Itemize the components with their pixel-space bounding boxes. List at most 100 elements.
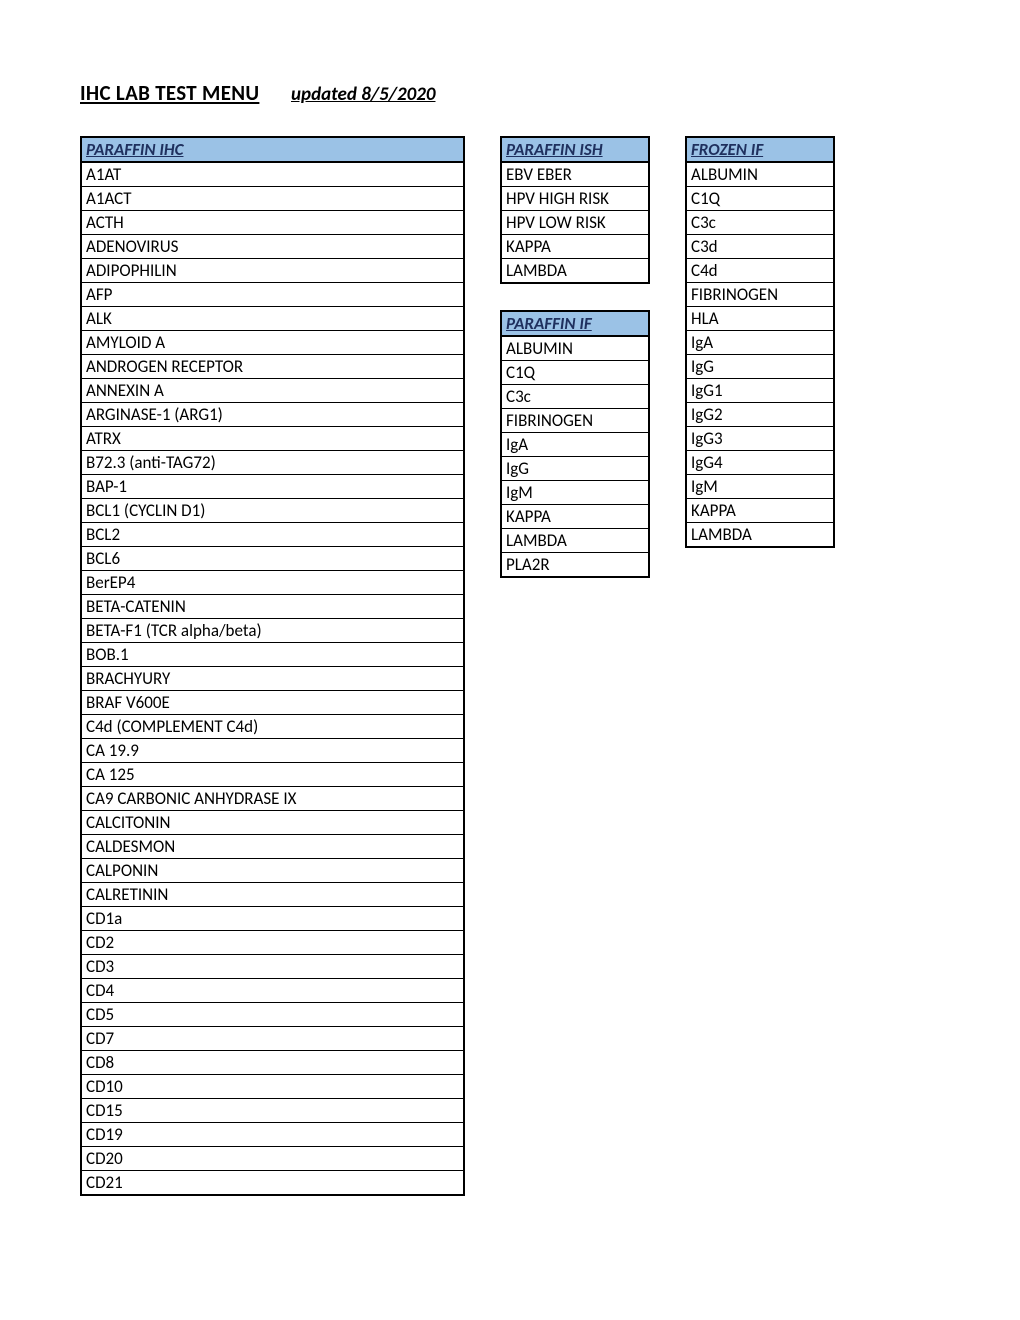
table-cell: LAMBDA (686, 523, 834, 548)
table-row: C1Q (501, 361, 649, 385)
table-cell: ALK (81, 307, 464, 331)
table-row: ANDROGEN RECEPTOR (81, 355, 464, 379)
table-cell: CD21 (81, 1171, 464, 1196)
table-cell: BCL2 (81, 523, 464, 547)
table-row: CALDESMON (81, 835, 464, 859)
table-cell: CD19 (81, 1123, 464, 1147)
table-row: EBV EBER (501, 162, 649, 187)
table-cell: ARGINASE-1 (ARG1) (81, 403, 464, 427)
table-cell: C3c (686, 211, 834, 235)
table-row: ATRX (81, 427, 464, 451)
table-row: HLA (686, 307, 834, 331)
table-row: BCL6 (81, 547, 464, 571)
table-row: BRACHYURY (81, 667, 464, 691)
table-row: HPV LOW RISK (501, 211, 649, 235)
page-title: IHC LAB TEST MENU (80, 80, 259, 106)
spacer (500, 284, 650, 310)
table-paraffin-ish: PARAFFIN ISH EBV EBERHPV HIGH RISKHPV LO… (500, 136, 650, 284)
table-row: C3c (686, 211, 834, 235)
table-cell: C1Q (501, 361, 649, 385)
table-cell: A1AT (81, 162, 464, 187)
table-cell: PLA2R (501, 553, 649, 578)
table-row: CD19 (81, 1123, 464, 1147)
table-cell: IgG1 (686, 379, 834, 403)
table-row: BCL1 (CYCLIN D1) (81, 499, 464, 523)
table-cell: ADIPOPHILIN (81, 259, 464, 283)
table-cell: B72.3 (anti-TAG72) (81, 451, 464, 475)
table-cell: CA 19.9 (81, 739, 464, 763)
table-row: CD15 (81, 1099, 464, 1123)
table-row: CD2 (81, 931, 464, 955)
table-cell: HLA (686, 307, 834, 331)
table-row: CA 19.9 (81, 739, 464, 763)
table-cell: ADENOVIRUS (81, 235, 464, 259)
table-header: PARAFFIN IF (501, 311, 649, 336)
column-right: FROZEN IF ALBUMINC1QC3cC3dC4dFIBRINOGENH… (685, 136, 835, 548)
table-cell: LAMBDA (501, 259, 649, 284)
table-header: PARAFFIN IHC (81, 137, 464, 162)
table-row: BerEP4 (81, 571, 464, 595)
table-body: ALBUMINC1QC3cFIBRINOGENIgAIgGIgMKAPPALAM… (501, 336, 649, 577)
table-row: AMYLOID A (81, 331, 464, 355)
table-row: CD1a (81, 907, 464, 931)
table-row: ALK (81, 307, 464, 331)
table-row: KAPPA (686, 499, 834, 523)
table-cell: CALCITONIN (81, 811, 464, 835)
page-updated: updated 8/5/2020 (291, 83, 435, 106)
table-row: ALBUMIN (501, 336, 649, 361)
table-cell: CA9 CARBONIC ANHYDRASE IX (81, 787, 464, 811)
table-cell: IgM (686, 475, 834, 499)
table-row: CD20 (81, 1147, 464, 1171)
table-row: A1AT (81, 162, 464, 187)
table-cell: CD2 (81, 931, 464, 955)
table-cell: EBV EBER (501, 162, 649, 187)
table-row: CD21 (81, 1171, 464, 1196)
table-row: CD8 (81, 1051, 464, 1075)
table-body: EBV EBERHPV HIGH RISKHPV LOW RISKKAPPALA… (501, 162, 649, 283)
table-paraffin-ihc: PARAFFIN IHC A1ATA1ACTACTHADENOVIRUSADIP… (80, 136, 465, 1196)
table-row: BRAF V600E (81, 691, 464, 715)
table-row: C3c (501, 385, 649, 409)
table-cell: CALDESMON (81, 835, 464, 859)
table-row: C4d (COMPLEMENT C4d) (81, 715, 464, 739)
table-row: ADENOVIRUS (81, 235, 464, 259)
table-row: CA9 CARBONIC ANHYDRASE IX (81, 787, 464, 811)
table-cell: IgG (501, 457, 649, 481)
table-cell: CD7 (81, 1027, 464, 1051)
table-cell: C4d (COMPLEMENT C4d) (81, 715, 464, 739)
table-row: KAPPA (501, 505, 649, 529)
table-row: BETA-CATENIN (81, 595, 464, 619)
table-cell: FIBRINOGEN (501, 409, 649, 433)
table-row: PLA2R (501, 553, 649, 578)
table-row: IgM (501, 481, 649, 505)
table-cell: C4d (686, 259, 834, 283)
table-cell: C3d (686, 235, 834, 259)
table-row: C1Q (686, 187, 834, 211)
table-cell: ALBUMIN (686, 162, 834, 187)
table-row: ADIPOPHILIN (81, 259, 464, 283)
table-row: ANNEXIN A (81, 379, 464, 403)
table-row: BCL2 (81, 523, 464, 547)
table-row: A1ACT (81, 187, 464, 211)
table-cell: C1Q (686, 187, 834, 211)
table-row: IgM (686, 475, 834, 499)
table-row: IgG (501, 457, 649, 481)
table-row: CD7 (81, 1027, 464, 1051)
table-cell: CALPONIN (81, 859, 464, 883)
table-cell: BRAF V600E (81, 691, 464, 715)
table-header: FROZEN IF (686, 137, 834, 162)
table-cell: CD20 (81, 1147, 464, 1171)
table-cell: KAPPA (501, 505, 649, 529)
table-cell: CD4 (81, 979, 464, 1003)
table-row: C3d (686, 235, 834, 259)
table-body: ALBUMINC1QC3cC3dC4dFIBRINOGENHLAIgAIgGIg… (686, 162, 834, 547)
table-row: FIBRINOGEN (501, 409, 649, 433)
table-row: CD5 (81, 1003, 464, 1027)
table-row: CALPONIN (81, 859, 464, 883)
table-row: CD3 (81, 955, 464, 979)
table-frozen-if: FROZEN IF ALBUMINC1QC3cC3dC4dFIBRINOGENH… (685, 136, 835, 548)
table-cell: BCL1 (CYCLIN D1) (81, 499, 464, 523)
table-cell: IgA (501, 433, 649, 457)
table-cell: CD5 (81, 1003, 464, 1027)
table-row: CD10 (81, 1075, 464, 1099)
